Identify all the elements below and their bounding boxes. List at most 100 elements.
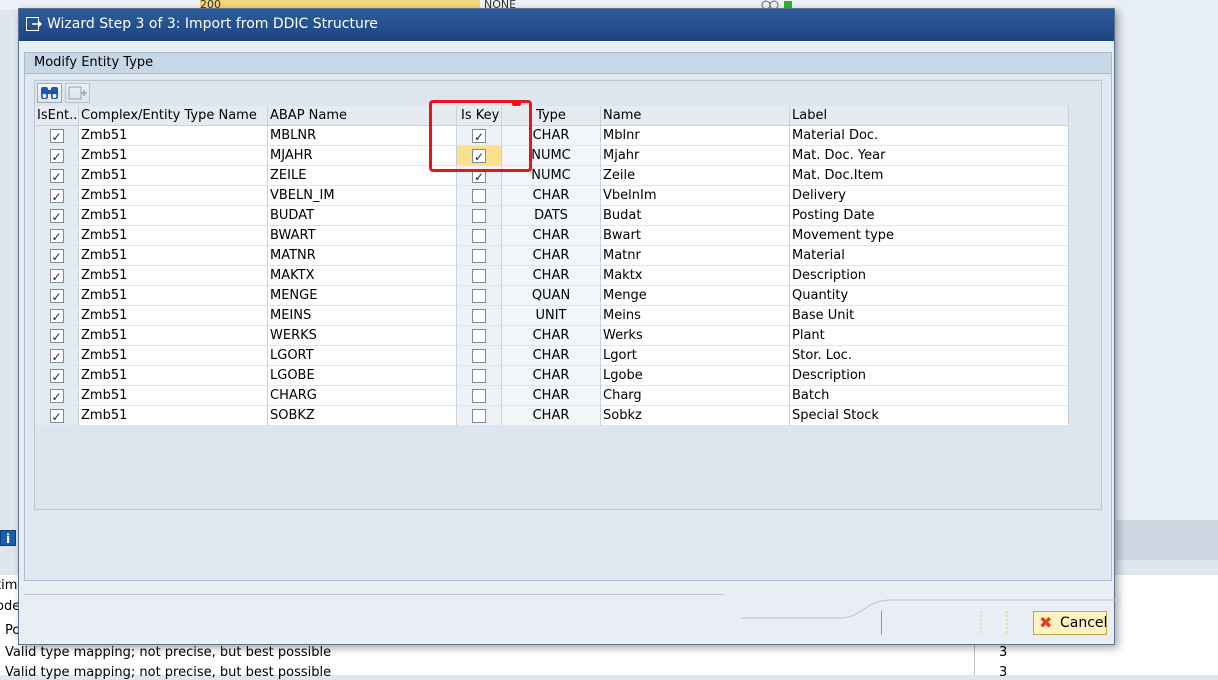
find-button[interactable] — [37, 83, 62, 103]
label-cell[interactable]: Quantity — [790, 286, 1069, 306]
entity-name-cell[interactable]: Zmb51 — [79, 226, 268, 246]
label-cell[interactable]: Stor. Loc. — [790, 346, 1069, 366]
label-cell[interactable]: Material — [790, 246, 1069, 266]
is-entity-checkbox[interactable] — [49, 367, 64, 385]
label-cell[interactable]: Mat. Doc.Item — [790, 166, 1069, 186]
column-header-isentity[interactable]: IsEnt... — [35, 106, 79, 126]
entity-name-cell[interactable]: Zmb51 — [79, 206, 268, 226]
column-header-label[interactable]: Label — [790, 106, 1069, 126]
is-entity-checkbox[interactable] — [49, 267, 64, 285]
is-key-checkbox[interactable] — [472, 409, 486, 423]
type-cell[interactable]: CHAR — [502, 326, 601, 346]
label-cell[interactable]: Base Unit — [790, 306, 1069, 326]
entity-name-cell[interactable]: Zmb51 — [79, 186, 268, 206]
is-entity-checkbox[interactable] — [49, 407, 64, 425]
abap-name-cell[interactable]: VBELN_IM — [268, 186, 457, 206]
label-cell[interactable]: Description — [790, 266, 1069, 286]
is-entity-checkbox[interactable] — [49, 287, 64, 305]
abap-name-cell[interactable]: BWART — [268, 226, 457, 246]
name-cell[interactable]: Sobkz — [601, 406, 790, 426]
name-cell[interactable]: Mblnr — [601, 126, 790, 146]
is-entity-checkbox[interactable] — [49, 207, 64, 225]
abap-name-cell[interactable]: CHARG — [268, 386, 457, 406]
column-header-name[interactable]: Name — [601, 106, 790, 126]
abap-name-cell[interactable]: SOBKZ — [268, 406, 457, 426]
name-cell[interactable]: Lgort — [601, 346, 790, 366]
entity-name-cell[interactable]: Zmb51 — [79, 406, 268, 426]
is-key-checkbox[interactable] — [472, 389, 486, 403]
abap-name-cell[interactable]: WERKS — [268, 326, 457, 346]
type-cell[interactable]: CHAR — [502, 226, 601, 246]
is-key-checkbox[interactable] — [472, 229, 486, 243]
name-cell[interactable]: Bwart — [601, 226, 790, 246]
is-key-checkbox[interactable] — [472, 249, 486, 263]
entity-name-cell[interactable]: Zmb51 — [79, 246, 268, 266]
abap-name-cell[interactable]: BUDAT — [268, 206, 457, 226]
label-cell[interactable]: Material Doc. — [790, 126, 1069, 146]
entity-name-cell[interactable]: Zmb51 — [79, 326, 268, 346]
entity-name-cell[interactable]: Zmb51 — [79, 146, 268, 166]
label-cell[interactable]: Batch — [790, 386, 1069, 406]
is-entity-checkbox[interactable] — [49, 347, 64, 365]
entity-name-cell[interactable]: Zmb51 — [79, 286, 268, 306]
type-cell[interactable]: DATS — [502, 206, 601, 226]
name-cell[interactable]: Mjahr — [601, 146, 790, 166]
entity-name-cell[interactable]: Zmb51 — [79, 366, 268, 386]
is-entity-checkbox[interactable] — [49, 227, 64, 245]
name-cell[interactable]: Charg — [601, 386, 790, 406]
abap-name-cell[interactable]: MATNR — [268, 246, 457, 266]
is-entity-checkbox[interactable] — [49, 187, 64, 205]
entity-name-cell[interactable]: Zmb51 — [79, 386, 268, 406]
abap-name-cell[interactable]: LGOBE — [268, 366, 457, 386]
dialog-titlebar[interactable]: Wizard Step 3 of 3: Import from DDIC Str… — [19, 9, 1114, 41]
is-entity-checkbox[interactable] — [49, 147, 64, 165]
label-cell[interactable]: Special Stock — [790, 406, 1069, 426]
is-key-checkbox[interactable] — [472, 289, 486, 303]
name-cell[interactable]: Maktx — [601, 266, 790, 286]
name-cell[interactable]: Lgobe — [601, 366, 790, 386]
label-cell[interactable]: Mat. Doc. Year — [790, 146, 1069, 166]
cancel-button[interactable]: ✖ Cancel — [1033, 611, 1107, 635]
name-cell[interactable]: VbelnIm — [601, 186, 790, 206]
type-cell[interactable]: QUAN — [502, 286, 601, 306]
is-entity-checkbox[interactable] — [49, 247, 64, 265]
label-cell[interactable]: Posting Date — [790, 206, 1069, 226]
is-key-checkbox[interactable] — [472, 189, 486, 203]
type-cell[interactable]: CHAR — [502, 386, 601, 406]
label-cell[interactable]: Delivery — [790, 186, 1069, 206]
label-cell[interactable]: Description — [790, 366, 1069, 386]
entity-name-cell[interactable]: Zmb51 — [79, 166, 268, 186]
column-header-entity-name[interactable]: Complex/Entity Type Name — [79, 106, 268, 126]
name-cell[interactable]: Menge — [601, 286, 790, 306]
is-key-checkbox[interactable] — [472, 269, 486, 283]
type-cell[interactable]: CHAR — [502, 366, 601, 386]
abap-name-cell[interactable]: MEINS — [268, 306, 457, 326]
type-cell[interactable]: CHAR — [502, 406, 601, 426]
name-cell[interactable]: Matnr — [601, 246, 790, 266]
is-entity-checkbox[interactable] — [49, 327, 64, 345]
is-entity-checkbox[interactable] — [49, 127, 64, 145]
is-entity-checkbox[interactable] — [49, 387, 64, 405]
name-cell[interactable]: Werks — [601, 326, 790, 346]
is-key-checkbox[interactable] — [472, 329, 486, 343]
name-cell[interactable]: Zeile — [601, 166, 790, 186]
type-cell[interactable]: CHAR — [502, 346, 601, 366]
type-cell[interactable]: CHAR — [502, 246, 601, 266]
is-entity-checkbox[interactable] — [49, 307, 64, 325]
entity-name-cell[interactable]: Zmb51 — [79, 126, 268, 146]
name-cell[interactable]: Meins — [601, 306, 790, 326]
is-key-checkbox[interactable] — [472, 309, 486, 323]
abap-name-cell[interactable]: MAKTX — [268, 266, 457, 286]
abap-name-cell[interactable]: LGORT — [268, 346, 457, 366]
label-cell[interactable]: Movement type — [790, 226, 1069, 246]
type-cell[interactable]: UNIT — [502, 306, 601, 326]
is-key-checkbox[interactable] — [472, 209, 486, 223]
entity-name-cell[interactable]: Zmb51 — [79, 306, 268, 326]
is-key-checkbox[interactable] — [472, 369, 486, 383]
abap-name-cell[interactable]: MENGE — [268, 286, 457, 306]
name-cell[interactable]: Budat — [601, 206, 790, 226]
entity-name-cell[interactable]: Zmb51 — [79, 346, 268, 366]
entity-name-cell[interactable]: Zmb51 — [79, 266, 268, 286]
type-cell[interactable]: CHAR — [502, 186, 601, 206]
type-cell[interactable]: CHAR — [502, 266, 601, 286]
